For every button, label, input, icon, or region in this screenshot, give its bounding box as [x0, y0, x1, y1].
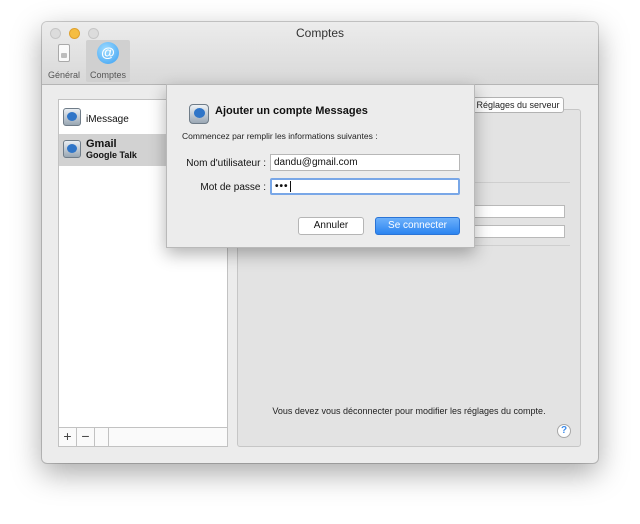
disconnect-message: Vous devez vous déconnecter pour modifie… — [272, 406, 546, 416]
add-account-button[interactable]: + — [59, 428, 77, 446]
username-label: Nom d'utilisateur : — [186, 158, 266, 169]
messages-icon — [63, 140, 81, 158]
tab-server-settings[interactable]: Réglages du serveur — [472, 97, 564, 113]
switch-icon — [58, 44, 70, 62]
connect-button[interactable]: Se connecter — [375, 217, 460, 235]
remove-account-button[interactable]: − — [77, 428, 95, 446]
help-button[interactable]: ? — [557, 424, 571, 438]
password-value: ••• — [275, 181, 289, 192]
toolbar-general-label: Général — [47, 70, 81, 80]
account-service: Google Talk — [86, 150, 137, 160]
account-name: Gmail — [86, 138, 117, 150]
detail-field[interactable] — [464, 205, 565, 218]
toolbar-comptes-label: Comptes — [89, 70, 126, 80]
toolbar-comptes[interactable]: @ Comptes — [86, 40, 130, 82]
username-value: dandu@gmail.com — [274, 157, 358, 168]
controls-spacer — [95, 428, 109, 446]
password-label: Mot de passe : — [200, 182, 266, 193]
add-account-sheet: Ajouter un compte Messages Commencez par… — [166, 84, 475, 248]
at-icon: @ — [97, 42, 119, 64]
list-controls: + − — [59, 427, 227, 446]
cancel-button[interactable]: Annuler — [298, 217, 364, 235]
window-title: Comptes — [295, 26, 345, 40]
detail-field[interactable] — [464, 225, 565, 238]
sheet-instructions: Commencez par remplir les informations s… — [182, 131, 378, 141]
text-caret — [289, 180, 291, 192]
titlebar: Comptes Général @ Comptes — [42, 22, 598, 85]
toolbar-general[interactable]: Général — [42, 40, 86, 82]
messages-icon — [63, 108, 81, 126]
username-field[interactable]: dandu@gmail.com — [270, 154, 460, 171]
messages-icon — [189, 104, 209, 124]
password-field[interactable]: ••• — [270, 178, 460, 195]
account-name: iMessage — [86, 114, 129, 125]
sheet-title: Ajouter un compte Messages — [215, 105, 368, 117]
